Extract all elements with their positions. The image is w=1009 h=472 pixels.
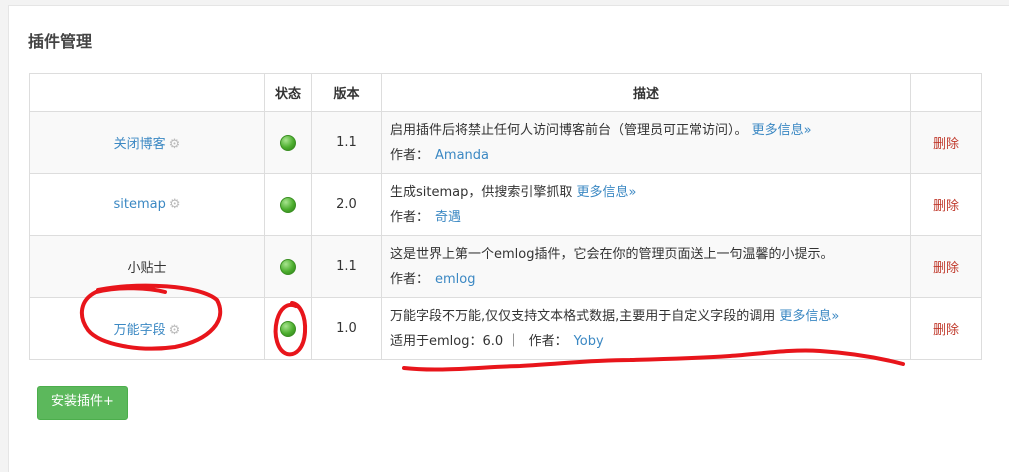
plugin-name-link[interactable]: sitemap [113, 197, 165, 212]
delete-link[interactable]: 删除 [933, 137, 959, 152]
author-link[interactable]: emlog [435, 272, 475, 287]
plugin-name-cell: 小贴士 [29, 235, 265, 298]
status-dot-icon[interactable] [280, 258, 296, 275]
plugin-name-cell: 关闭博客 ⚙ [29, 111, 265, 174]
header-name [29, 73, 265, 112]
install-plugin-button[interactable]: 安装插件+ [37, 386, 128, 420]
left-strip [0, 0, 8, 471]
plugin-row: 小贴士 1.1 这是世界上第一个emlog插件，它会在你的管理页面送上一句温馨的… [29, 235, 982, 298]
compat-text: 适用于emlog：6.0 ｜ [390, 333, 521, 349]
header-description: 描述 [381, 73, 911, 112]
more-info-link[interactable]: 更多信息» [779, 309, 839, 324]
plugin-row: sitemap ⚙ 2.0 生成sitemap，供搜索引擎抓取 更多信息» 作者：… [29, 173, 982, 236]
author-label: 作者： [528, 333, 568, 349]
description-text: 生成sitemap，供搜索引擎抓取 [390, 184, 573, 200]
status-cell [264, 173, 312, 236]
description-text: 万能字段不万能,仅仅支持文本格式数据,主要用于自定义字段的调用 [390, 308, 776, 324]
header-status: 状态 [264, 73, 312, 112]
author-label: 作者： [390, 147, 430, 163]
author-link[interactable]: Yoby [574, 334, 604, 349]
plugins-table: 状态 版本 描述 关闭博客 ⚙ 1.1 启用插件后将禁止任何人访问博客前台（管理员… [29, 73, 982, 360]
description-cell: 启用插件后将禁止任何人访问博客前台（管理员可正常访问）。 更多信息» 作者： Am… [381, 111, 911, 174]
header-action [910, 73, 982, 112]
delete-link[interactable]: 删除 [933, 261, 959, 276]
version: 1.1 [311, 111, 382, 174]
action-cell: 删除 [910, 297, 982, 360]
more-info-link[interactable]: 更多信息» [577, 185, 637, 200]
status-cell [264, 235, 312, 298]
table-header: 状态 版本 描述 [29, 73, 982, 112]
plugin-name: 小贴士 [127, 261, 167, 276]
author-label: 作者： [390, 271, 430, 287]
gear-icon[interactable]: ⚙ [169, 197, 181, 212]
more-info-link[interactable]: 更多信息» [752, 123, 812, 138]
status-dot-icon[interactable] [280, 196, 296, 213]
action-cell: 删除 [910, 111, 982, 174]
description-cell: 这是世界上第一个emlog插件，它会在你的管理页面送上一句温馨的小提示。 作者：… [381, 235, 911, 298]
page-title: 插件管理 [28, 32, 93, 51]
status-cell [264, 111, 312, 174]
status-dot-icon[interactable] [280, 320, 296, 337]
description-cell: 万能字段不万能,仅仅支持文本格式数据,主要用于自定义字段的调用 更多信息» 适用… [381, 297, 911, 360]
version: 1.0 [311, 297, 382, 360]
plugin-name-link[interactable]: 万能字段 [114, 323, 166, 338]
gear-icon[interactable]: ⚙ [169, 137, 181, 152]
author-link[interactable]: Amanda [435, 148, 489, 163]
delete-link[interactable]: 删除 [933, 199, 959, 214]
description-cell: 生成sitemap，供搜索引擎抓取 更多信息» 作者： 奇遇 [381, 173, 911, 236]
author-label: 作者： [390, 209, 430, 225]
gear-icon[interactable]: ⚙ [169, 323, 181, 338]
plugin-row: 关闭博客 ⚙ 1.1 启用插件后将禁止任何人访问博客前台（管理员可正常访问）。 更… [29, 111, 982, 174]
plugin-name-link[interactable]: 关闭博客 [114, 137, 166, 152]
plugin-name-cell: sitemap ⚙ [29, 173, 265, 236]
description-text: 这是世界上第一个emlog插件，它会在你的管理页面送上一句温馨的小提示。 [390, 246, 834, 262]
author-link[interactable]: 奇遇 [435, 210, 461, 225]
status-dot-icon[interactable] [280, 134, 296, 151]
status-cell [264, 297, 312, 360]
action-cell: 删除 [910, 173, 982, 236]
description-text: 启用插件后将禁止任何人访问博客前台（管理员可正常访问）。 [390, 122, 748, 138]
delete-link[interactable]: 删除 [933, 323, 959, 338]
action-cell: 删除 [910, 235, 982, 298]
header-version: 版本 [311, 73, 382, 112]
version: 1.1 [311, 235, 382, 298]
version: 2.0 [311, 173, 382, 236]
plugin-row: 万能字段 ⚙ 1.0 万能字段不万能,仅仅支持文本格式数据,主要用于自定义字段的调… [29, 297, 982, 360]
plugin-name-cell: 万能字段 ⚙ [29, 297, 265, 360]
